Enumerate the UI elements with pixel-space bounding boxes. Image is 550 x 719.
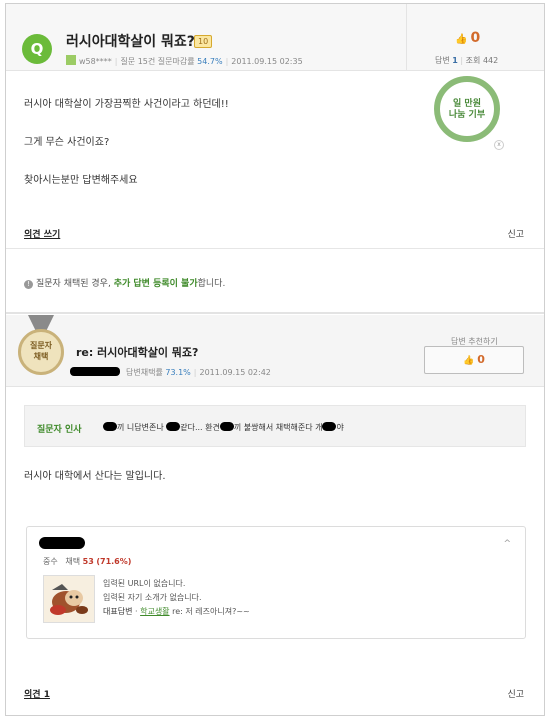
answer-actions: 의견 1 신고 xyxy=(24,687,524,700)
answer-opinion-link[interactable]: 의견 1 xyxy=(24,690,50,700)
answerer-profile-card: ^ 중수 채택 53 (71.6%) 입력된 URL이 없습니다. 입력된 자기… xyxy=(26,526,526,639)
question-badge: Q xyxy=(22,34,52,64)
divider xyxy=(6,312,544,314)
redacted-username xyxy=(70,367,120,376)
question-count: 질문 15 xyxy=(120,57,148,66)
question-like-count: 0 xyxy=(470,30,481,46)
asker-comment-text: 끼 니답변존나 같다... 환견 끼 불쌍해서 채택해준다 개야 xyxy=(103,422,344,433)
view-count: 442 xyxy=(482,56,499,65)
question-meta: w58**** | 질문 15건 질문마감률 54.7% | 2011.09.15 02… xyxy=(66,55,303,67)
question-stats-panel: 👍 0 답변 1 | 조회 442 xyxy=(406,4,544,71)
recommend-button[interactable]: 👍 0 xyxy=(424,346,524,374)
answer-body: 러시아 대학에서 산다는 말입니다. xyxy=(24,471,166,482)
answer-title: re: 러시아대학살이 뭐죠? xyxy=(76,346,199,359)
question-like-button[interactable]: 👍 0 xyxy=(455,30,480,46)
user-level-badge: 10 xyxy=(194,35,213,48)
redacted-username xyxy=(39,537,85,549)
answer-date: 2011.09.15 02:42 xyxy=(199,368,271,377)
close-icon[interactable]: x xyxy=(494,140,504,150)
question-body-line: 그게 무슨 사건이죠? xyxy=(24,137,110,148)
redaction-blob xyxy=(322,422,337,431)
answer-header: 질문자 채택 re: 러시아대학살이 뭐죠? 답변채택률 73.1% | 2011.… xyxy=(6,315,544,387)
divider xyxy=(6,248,544,249)
redaction-blob xyxy=(166,422,181,431)
representative-answer-title[interactable]: re: 저 레즈아니져?~~ xyxy=(172,607,250,616)
avatar[interactable] xyxy=(43,575,95,623)
user-icon xyxy=(66,55,76,65)
qa-page: Q 러시아대학살이 뭐죠? 10 w58**** | 질문 15건 질문마감률 54… xyxy=(5,3,545,716)
adoption-notice: ! 질문자 채택된 경우, 추가 답변 등록이 불가합니다. xyxy=(24,276,225,289)
asker-comment-box: 질문자 인사 끼 니답변존나 같다... 환견 끼 불쌍해서 채택해준다 개야 xyxy=(24,405,526,447)
write-opinion-link[interactable]: 의견 쓰기 xyxy=(24,230,60,240)
question-rate: 54.7% xyxy=(197,57,223,66)
question-user[interactable]: w58**** xyxy=(79,57,112,66)
question-stats: 답변 1 | 조회 442 xyxy=(435,56,499,65)
answerer-intro: 입력된 자기 소개가 없습니다. xyxy=(103,593,202,602)
thumbs-up-icon: 👍 xyxy=(455,34,468,45)
answer-rate: 73.1% xyxy=(165,368,191,377)
report-answer-link[interactable]: 신고 xyxy=(507,687,524,700)
question-title: 러시아대학살이 뭐죠? xyxy=(66,34,195,50)
redaction-blob xyxy=(219,422,234,431)
question-actions: 의견 쓰기 신고 xyxy=(24,227,524,240)
question-body: 러시아 대학살이 가장끔찍한 사건이라고 하던데!! 그게 무슨 사건이죠? 찾… xyxy=(24,99,229,213)
answer-meta: 답변채택률 73.1% | 2011.09.15 02:42 xyxy=(70,367,271,378)
representative-answer: 대표답변 · 학교생활 re: 저 레즈아니져?~~ xyxy=(103,607,250,616)
answer-count: 1 xyxy=(452,56,458,65)
report-question-link[interactable]: 신고 xyxy=(507,227,524,240)
question-date: 2011.09.15 02:35 xyxy=(231,57,303,66)
adopted-medal-icon: 질문자 채택 xyxy=(18,329,64,375)
answerer-info: 입력된 URL이 없습니다. 입력된 자기 소개가 없습니다. 대표답변 · 학… xyxy=(103,577,250,619)
question-body-line: 찾아시는분만 답변해주세요 xyxy=(24,175,138,186)
question-rate-label: 건 질문마감률 xyxy=(147,57,195,66)
redaction-blob xyxy=(103,422,117,431)
donation-badge[interactable]: 일 만원 나눔 기부 xyxy=(434,76,500,142)
answerer-rank: 중수 채택 53 (71.6%) xyxy=(43,557,132,566)
asker-comment-label: 질문자 인사 xyxy=(37,425,82,435)
thumbs-up-icon: 👍 xyxy=(463,356,475,366)
question-body-line: 러시아 대학살이 가장끔찍한 사건이라고 하던데!! xyxy=(24,99,229,110)
question-header: Q 러시아대학살이 뭐죠? 10 w58**** | 질문 15건 질문마감률 54… xyxy=(6,4,544,71)
adopt-count: 53 xyxy=(82,557,94,566)
adopt-rate: (71.6%) xyxy=(96,557,132,566)
chevron-up-icon[interactable]: ^ xyxy=(503,539,511,549)
info-icon: ! xyxy=(24,280,33,289)
representative-answer-category[interactable]: 학교생활 xyxy=(140,607,169,616)
answer-like-count: 0 xyxy=(477,353,485,366)
answerer-url: 입력된 URL이 없습니다. xyxy=(103,579,186,588)
